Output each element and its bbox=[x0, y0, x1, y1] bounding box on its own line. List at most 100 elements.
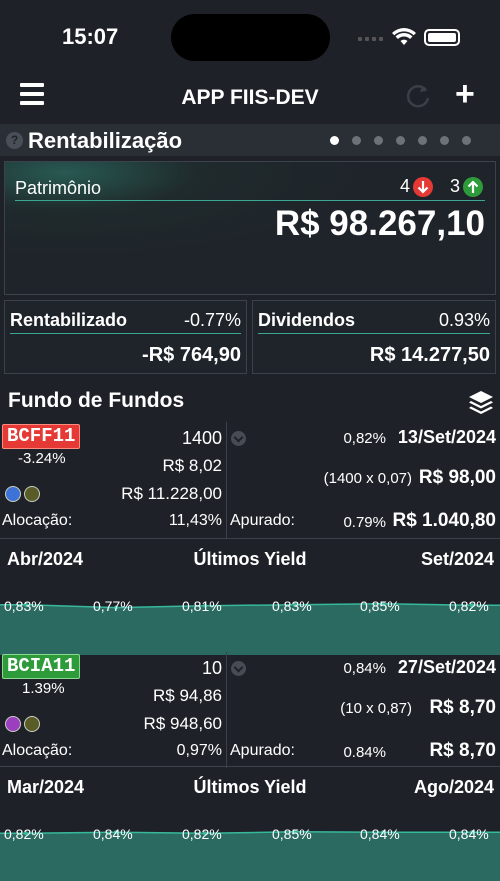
page-dot[interactable] bbox=[352, 136, 361, 145]
category-dot bbox=[5, 486, 21, 502]
patrimonio-card[interactable]: Patrimônio 4 3 R$ 98.267,10 bbox=[4, 161, 496, 295]
arrow-up-icon bbox=[463, 176, 483, 197]
yield-label: 0,84% bbox=[360, 826, 400, 842]
refresh-icon[interactable] bbox=[404, 82, 432, 110]
page-dot-active[interactable] bbox=[330, 136, 339, 145]
apurado-pct: 0.79% bbox=[343, 514, 386, 531]
dividend-date: 27/Set/2024 bbox=[397, 657, 496, 677]
divider bbox=[258, 333, 490, 334]
page-dot[interactable] bbox=[396, 136, 405, 145]
section-header: ? Rentabilização bbox=[0, 124, 500, 156]
dividendos-label: Dividendos bbox=[258, 310, 356, 330]
fund-total: R$ 948,60 bbox=[143, 714, 222, 733]
fund-variation: 1.39% bbox=[22, 680, 65, 697]
yield-chart: Abr/2024 Últimos Yield Set/2024 0,83% 0,7… bbox=[0, 538, 500, 655]
category-dot bbox=[5, 716, 21, 732]
yield-label: 0,82% bbox=[4, 826, 44, 842]
dividend-yield: 0,82% bbox=[343, 430, 386, 447]
help-icon[interactable]: ? bbox=[6, 132, 23, 149]
yield-label: 0,77% bbox=[93, 598, 133, 614]
dividend-value: R$ 8,70 bbox=[429, 697, 496, 718]
fof-title: Fundo de Fundos bbox=[8, 389, 185, 412]
battery-icon bbox=[424, 29, 460, 46]
down-count-value: 4 bbox=[399, 176, 410, 196]
yield-label: 0,85% bbox=[272, 826, 312, 842]
nav-bar: APP FIIS-DEV + bbox=[0, 77, 500, 120]
yield-label: 0,82% bbox=[449, 598, 489, 614]
page-dot[interactable] bbox=[418, 136, 427, 145]
chevron-down-icon[interactable] bbox=[231, 661, 246, 676]
down-count: 4 bbox=[400, 176, 433, 197]
rentabilizado-label: Rentabilizado bbox=[10, 310, 128, 330]
yield-label: 0,84% bbox=[449, 826, 489, 842]
page-indicator[interactable] bbox=[330, 136, 471, 145]
wifi-icon bbox=[392, 28, 416, 45]
apurado-pct: 0.84% bbox=[343, 744, 386, 761]
dividend-date: 13/Set/2024 bbox=[397, 427, 496, 447]
yield-area bbox=[0, 603, 500, 655]
dynamic-island bbox=[171, 14, 330, 61]
divider bbox=[226, 422, 227, 538]
category-dot bbox=[24, 716, 40, 732]
fund-total: R$ 11.228,00 bbox=[121, 484, 222, 503]
dividendos-value: R$ 14.277,50 bbox=[369, 344, 490, 366]
fund-ticker-badge[interactable]: BCFF11 bbox=[2, 424, 81, 449]
fund-summary-row: BCIA11 1.39% 10 R$ 94,86 R$ 948,60 Aloca… bbox=[0, 652, 500, 768]
dividend-calc: (1400 x 0,07) bbox=[323, 470, 412, 487]
add-button[interactable]: + bbox=[455, 77, 475, 111]
yield-sparkline bbox=[0, 601, 500, 655]
cellular-signal-icon bbox=[358, 37, 383, 41]
fof-header: Fundo de Fundos bbox=[0, 385, 500, 421]
status-time: 15:07 bbox=[62, 24, 119, 49]
yield-sparkline bbox=[0, 829, 500, 881]
alloc-label: Alocação: bbox=[2, 512, 73, 529]
up-count-value: 3 bbox=[449, 176, 460, 196]
page-dot[interactable] bbox=[374, 136, 383, 145]
dividend-value: R$ 98,00 bbox=[418, 467, 496, 488]
yield-line bbox=[0, 831, 500, 834]
apurado-value: R$ 1.040,80 bbox=[392, 510, 496, 531]
alloc-label: Alocação: bbox=[2, 742, 73, 759]
rentabilizado-card[interactable]: Rentabilizado -0.77% -R$ 764,90 bbox=[4, 300, 247, 374]
patrimonio-label: Patrimônio bbox=[15, 178, 102, 198]
status-bar: 15:07 bbox=[0, 0, 500, 80]
yield-label: 0,83% bbox=[4, 598, 44, 614]
fund-variation: -3.24% bbox=[18, 450, 66, 467]
yield-to: Set/2024 bbox=[420, 549, 494, 569]
divider bbox=[10, 333, 241, 334]
category-dot bbox=[24, 486, 40, 502]
dividendos-card[interactable]: Dividendos 0.93% R$ 14.277,50 bbox=[252, 300, 496, 374]
yield-chart: Mar/2024 Últimos Yield Ago/2024 0,82% 0,8… bbox=[0, 766, 500, 881]
apurado-label: Apurado: bbox=[230, 742, 295, 759]
rentabilizado-value: -R$ 764,90 bbox=[142, 344, 241, 366]
yield-label: 0,83% bbox=[272, 598, 312, 614]
dividend-yield: 0,84% bbox=[343, 660, 386, 677]
divider bbox=[226, 652, 227, 768]
yield-area bbox=[0, 831, 500, 881]
yield-label: 0,85% bbox=[360, 598, 400, 614]
yield-to: Ago/2024 bbox=[413, 777, 494, 797]
apurado-value: R$ 8,70 bbox=[429, 740, 496, 761]
dividend-calc: (10 x 0,87) bbox=[340, 700, 412, 717]
alloc-value: 0,97% bbox=[176, 742, 222, 759]
patrimonio-value: R$ 98.267,10 bbox=[274, 204, 485, 243]
yield-label: 0,82% bbox=[182, 826, 222, 842]
rentabilizado-pct: -0.77% bbox=[183, 310, 241, 330]
dividendos-pct: 0.93% bbox=[438, 310, 490, 330]
layers-icon[interactable] bbox=[467, 388, 495, 416]
fund-price: R$ 94,86 bbox=[153, 686, 222, 705]
alloc-value: 11,43% bbox=[168, 512, 222, 529]
arrow-down-icon bbox=[413, 176, 433, 197]
fund-price: R$ 8,02 bbox=[162, 456, 222, 475]
yield-label: 0,84% bbox=[93, 826, 133, 842]
yield-label: 0,81% bbox=[182, 598, 222, 614]
section-title: Rentabilização bbox=[28, 128, 183, 153]
apurado-label: Apurado: bbox=[230, 512, 295, 529]
chevron-down-icon[interactable] bbox=[231, 431, 246, 446]
fund-quantity: 1400 bbox=[181, 428, 222, 448]
fund-ticker-badge[interactable]: BCIA11 bbox=[2, 654, 81, 679]
page-dot[interactable] bbox=[440, 136, 449, 145]
fund-summary-row: BCFF11 -3.24% 1400 R$ 8,02 R$ 11.228,00 … bbox=[0, 422, 500, 538]
fund-quantity: 10 bbox=[201, 658, 222, 678]
page-dot[interactable] bbox=[462, 136, 471, 145]
